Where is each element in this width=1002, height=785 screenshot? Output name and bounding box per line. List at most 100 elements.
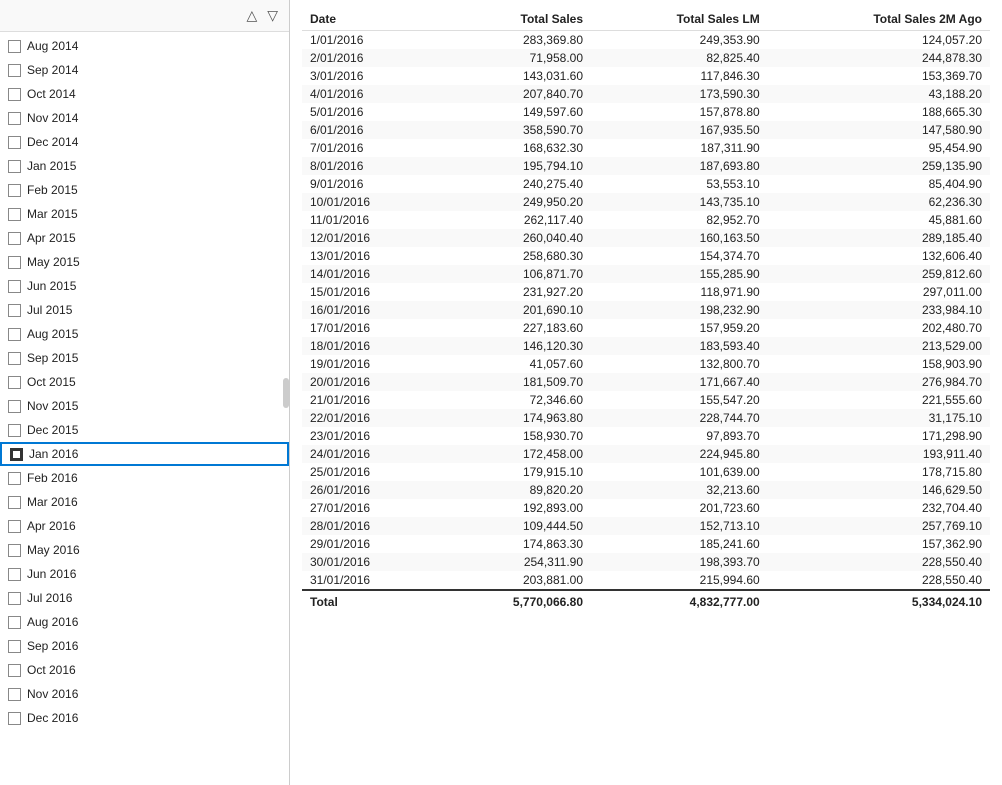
list-item[interactable]: Aug 2014 xyxy=(0,34,289,58)
table-row: 22/01/2016174,963.80228,744.7031,175.10 xyxy=(302,409,990,427)
table-cell: 179,915.10 xyxy=(438,463,591,481)
table-cell: 41,057.60 xyxy=(438,355,591,373)
list-item[interactable]: Sep 2015 xyxy=(0,346,289,370)
list-item[interactable]: Jan 2015 xyxy=(0,154,289,178)
list-item-label: May 2015 xyxy=(27,255,80,269)
table-cell: 221,555.60 xyxy=(768,391,990,409)
list-item[interactable]: Jun 2015 xyxy=(0,274,289,298)
table-row: 1/01/2016283,369.80249,353.90124,057.20 xyxy=(302,31,990,50)
checkbox xyxy=(8,472,21,485)
list-item-label: Jan 2016 xyxy=(29,447,78,461)
list-item[interactable]: Feb 2015 xyxy=(0,178,289,202)
table-cell: 258,680.30 xyxy=(438,247,591,265)
table-row: 2/01/201671,958.0082,825.40244,878.30 xyxy=(302,49,990,67)
table-cell: 187,693.80 xyxy=(591,157,768,175)
list-item[interactable]: Apr 2016 xyxy=(0,514,289,538)
table-cell: 53,553.10 xyxy=(591,175,768,193)
table-cell: 228,744.70 xyxy=(591,409,768,427)
table-row: 24/01/2016172,458.00224,945.80193,911.40 xyxy=(302,445,990,463)
table-cell: 185,241.60 xyxy=(591,535,768,553)
table-row: 13/01/2016258,680.30154,374.70132,606.40 xyxy=(302,247,990,265)
table-cell: 224,945.80 xyxy=(591,445,768,463)
list-item[interactable]: Dec 2016 xyxy=(0,706,289,730)
list-item[interactable]: Sep 2014 xyxy=(0,58,289,82)
table-cell: 45,881.60 xyxy=(768,211,990,229)
list-item[interactable]: Nov 2014 xyxy=(0,106,289,130)
list-item[interactable]: Aug 2015 xyxy=(0,322,289,346)
table-cell: 22/01/2016 xyxy=(302,409,438,427)
table-total-cell: 5,334,024.10 xyxy=(768,590,990,613)
list-item-label: Mar 2016 xyxy=(27,495,78,509)
table-row: 16/01/2016201,690.10198,232.90233,984.10 xyxy=(302,301,990,319)
table-row: 20/01/2016181,509.70171,667.40276,984.70 xyxy=(302,373,990,391)
table-cell: 19/01/2016 xyxy=(302,355,438,373)
table-row: 31/01/2016203,881.00215,994.60228,550.40 xyxy=(302,571,990,590)
resize-handle[interactable] xyxy=(283,378,289,408)
list-item[interactable]: Feb 2016 xyxy=(0,466,289,490)
table-cell: 157,959.20 xyxy=(591,319,768,337)
list-item-label: Nov 2016 xyxy=(27,687,78,701)
list-item[interactable]: Aug 2016 xyxy=(0,610,289,634)
list-item[interactable]: Oct 2016 xyxy=(0,658,289,682)
checkbox xyxy=(8,544,21,557)
list-item[interactable]: May 2015 xyxy=(0,250,289,274)
list-item[interactable]: Nov 2016 xyxy=(0,682,289,706)
checkbox xyxy=(8,424,21,437)
list-item-label: Dec 2016 xyxy=(27,711,78,725)
table-cell: 23/01/2016 xyxy=(302,427,438,445)
column-header: Date xyxy=(302,8,438,31)
list-item[interactable]: Jun 2016 xyxy=(0,562,289,586)
table-row: 27/01/2016192,893.00201,723.60232,704.40 xyxy=(302,499,990,517)
list-item-label: Feb 2016 xyxy=(27,471,78,485)
sort-desc-icon[interactable]: ▽ xyxy=(264,6,281,25)
table-cell: 124,057.20 xyxy=(768,31,990,50)
table-cell: 171,667.40 xyxy=(591,373,768,391)
checkbox xyxy=(8,40,21,53)
list-item[interactable]: Jul 2016 xyxy=(0,586,289,610)
table-row: 11/01/2016262,117.4082,952.7045,881.60 xyxy=(302,211,990,229)
table-cell: 132,800.70 xyxy=(591,355,768,373)
table-cell: 240,275.40 xyxy=(438,175,591,193)
table-row: 23/01/2016158,930.7097,893.70171,298.90 xyxy=(302,427,990,445)
list-item-label: May 2016 xyxy=(27,543,80,557)
table-cell: 71,958.00 xyxy=(438,49,591,67)
right-panel: DateTotal SalesTotal Sales LMTotal Sales… xyxy=(290,0,1002,785)
table-cell: 157,878.80 xyxy=(591,103,768,121)
table-row: 14/01/2016106,871.70155,285.90259,812.60 xyxy=(302,265,990,283)
table-cell: 232,704.40 xyxy=(768,499,990,517)
table-cell: 10/01/2016 xyxy=(302,193,438,211)
list-item[interactable]: May 2016 xyxy=(0,538,289,562)
table-cell: 95,454.90 xyxy=(768,139,990,157)
sort-asc-icon[interactable]: △ xyxy=(243,6,260,25)
list-item[interactable]: Mar 2015 xyxy=(0,202,289,226)
table-cell: 26/01/2016 xyxy=(302,481,438,499)
list-item[interactable]: Jul 2015 xyxy=(0,298,289,322)
table-cell: 62,236.30 xyxy=(768,193,990,211)
list-item[interactable]: Nov 2015 xyxy=(0,394,289,418)
list-item[interactable]: Jan 2016 xyxy=(0,442,289,466)
table-cell: 227,183.60 xyxy=(438,319,591,337)
list-item[interactable]: Sep 2016 xyxy=(0,634,289,658)
table-cell: 2/01/2016 xyxy=(302,49,438,67)
list-item[interactable]: Oct 2015 xyxy=(0,370,289,394)
table-cell: 213,529.00 xyxy=(768,337,990,355)
table-cell: 215,994.60 xyxy=(591,571,768,590)
list-item[interactable]: Dec 2014 xyxy=(0,130,289,154)
table-cell: 187,311.90 xyxy=(591,139,768,157)
list-item-label: Dec 2014 xyxy=(27,135,78,149)
checkbox xyxy=(8,280,21,293)
list-item[interactable]: Mar 2016 xyxy=(0,490,289,514)
table-cell: 89,820.20 xyxy=(438,481,591,499)
table-row: 18/01/2016146,120.30183,593.40213,529.00 xyxy=(302,337,990,355)
list-item[interactable]: Oct 2014 xyxy=(0,82,289,106)
table-cell: 254,311.90 xyxy=(438,553,591,571)
table-cell: 132,606.40 xyxy=(768,247,990,265)
table-row: 8/01/2016195,794.10187,693.80259,135.90 xyxy=(302,157,990,175)
table-cell: 188,665.30 xyxy=(768,103,990,121)
list-item[interactable]: Dec 2015 xyxy=(0,418,289,442)
table-cell: 20/01/2016 xyxy=(302,373,438,391)
list-item[interactable]: Apr 2015 xyxy=(0,226,289,250)
table-cell: 30/01/2016 xyxy=(302,553,438,571)
table-cell: 202,480.70 xyxy=(768,319,990,337)
table-cell: 207,840.70 xyxy=(438,85,591,103)
